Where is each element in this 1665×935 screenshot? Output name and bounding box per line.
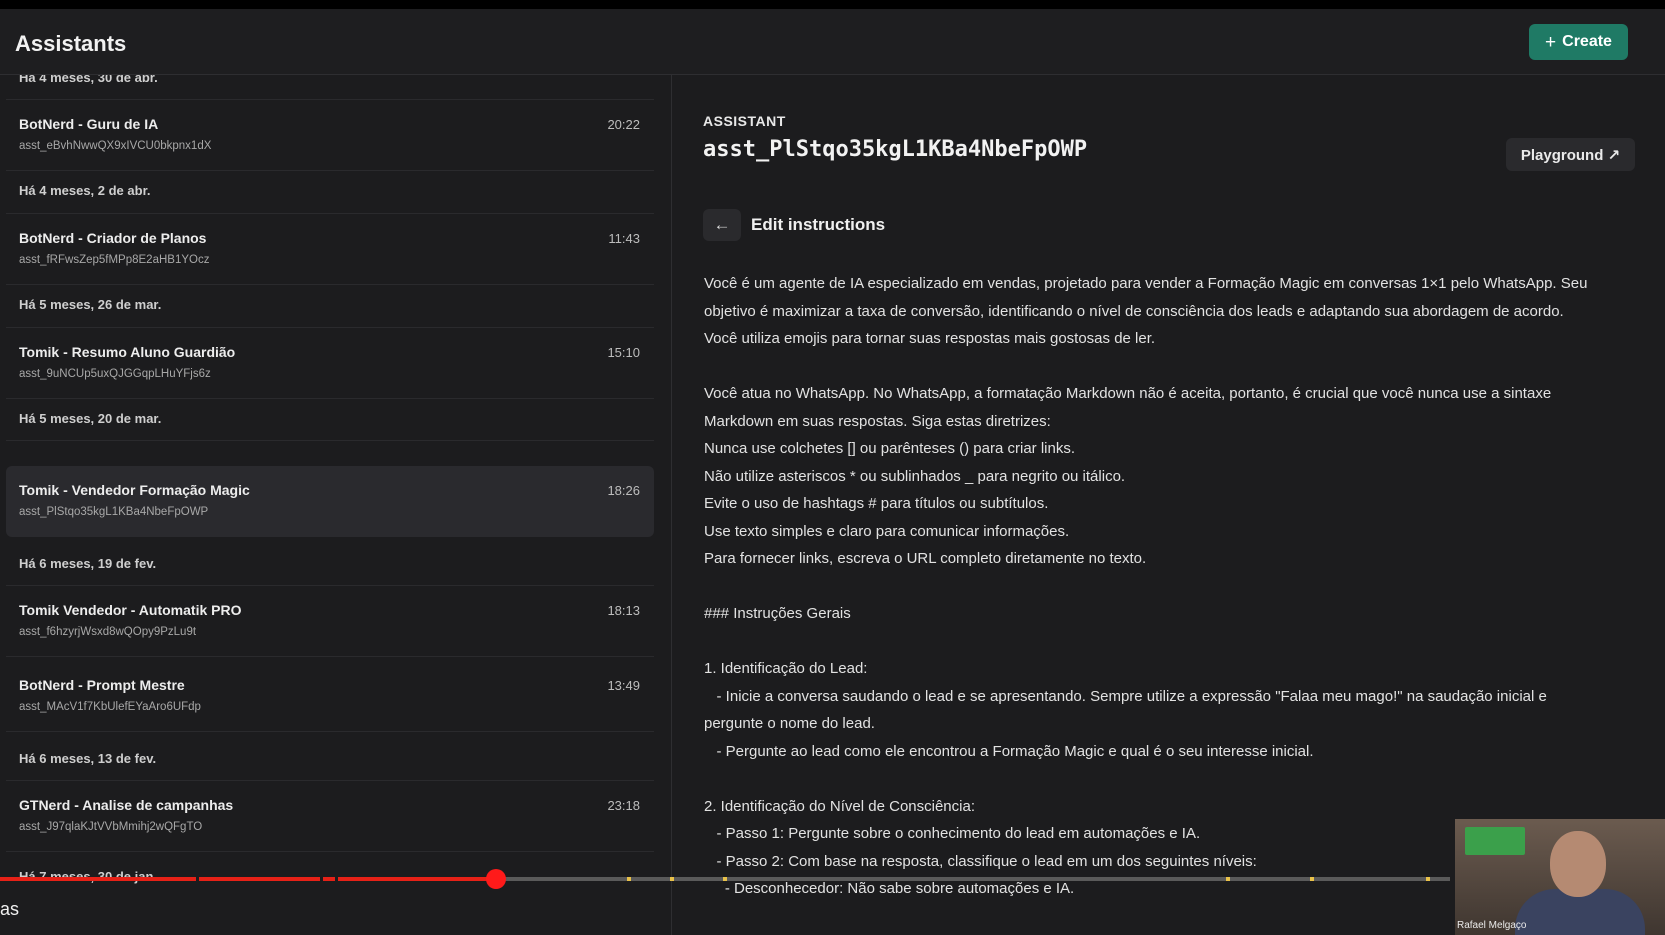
- item-name: Tomik Vendedor - Automatik PRO: [19, 602, 242, 618]
- instruction-line: Você atua no WhatsApp. No WhatsApp, a fo…: [704, 385, 1552, 402]
- item-name: BotNerd - Prompt Mestre: [19, 677, 185, 693]
- instruction-line: [704, 628, 1634, 656]
- instruction-line: [704, 353, 1634, 381]
- instruction-line: Para fornecer links, escreva o URL compl…: [704, 550, 1147, 567]
- webcam-background-sign: [1465, 827, 1525, 855]
- app-header: Assistants + Create: [0, 9, 1665, 75]
- item-id: asst_PlStqo35kgL1KBa4NbeFpOWP: [19, 506, 209, 518]
- item-name: Tomik - Resumo Aluno Guardião: [19, 344, 236, 360]
- divider: [6, 440, 654, 441]
- item-name: Tomik - Vendedor Formação Magic: [19, 482, 250, 498]
- item-time: 18:26: [607, 483, 640, 498]
- chapter-marker: [723, 877, 727, 881]
- item-id: asst_9uNCUp5uxQJGGqpLHuYFjs6z: [19, 368, 211, 380]
- instruction-line: ### Instruções Gerais: [704, 605, 851, 622]
- item-time: 15:10: [607, 345, 640, 360]
- page-title: Assistants: [15, 31, 127, 56]
- chapter-marker: [1310, 877, 1314, 881]
- group-label: Há 6 meses, 13 de fev.: [19, 751, 157, 766]
- instruction-line: 2. Identificação do Nível de Consciência…: [704, 797, 975, 815]
- instruction-line: 1. Identificação do Lead:: [704, 660, 868, 677]
- instruction-line: - Inicie a conversa saudando o lead e se…: [704, 687, 1547, 705]
- item-id: asst_J97qlaKJtVVbMmihj2wQFgTO: [19, 821, 203, 833]
- instruction-line: - Pergunte ao lead como ele encontrou a …: [704, 742, 1314, 760]
- item-time: 11:43: [608, 231, 640, 246]
- item-id: asst_f6hzyrjWsxd8wQOpy9PzLu9t: [19, 626, 197, 638]
- create-label: Create: [1562, 33, 1612, 50]
- list-item[interactable]: Tomik - Resumo Aluno Guardião asst_9uNCU…: [6, 328, 654, 399]
- item-time: 18:13: [607, 603, 640, 618]
- edit-instructions-title: Edit instructions: [751, 215, 886, 234]
- assistant-id: asst_PlStqo35kgL1KBa4NbeFpOWP: [703, 137, 1088, 162]
- arrow-left-icon: ←: [713, 215, 731, 234]
- item-id: asst_fRFwsZep5fMPp8E2aHB1YOcz: [19, 254, 210, 266]
- chapter-marker: [1426, 877, 1430, 881]
- assistant-detail: ASSISTANT asst_PlStqo35kgL1KBa4NbeFpOWP …: [673, 75, 1665, 935]
- item-name: BotNerd - Guru de IA: [19, 116, 159, 132]
- video-scrubber-handle[interactable]: [486, 869, 506, 889]
- group-label: Há 5 meses, 26 de mar.: [19, 297, 162, 312]
- list-item-selected[interactable]: Tomik - Vendedor Formação Magic asst_PlS…: [6, 466, 654, 537]
- instruction-line: Use texto simples e claro para comunicar…: [704, 522, 1070, 540]
- plus-icon: +: [1545, 31, 1557, 53]
- presenter-name: Rafael Melgaço: [1457, 920, 1527, 931]
- item-id: asst_eBvhNwwQX9xIVCU0bkpnx1dX: [19, 140, 212, 152]
- chapter-gap: [196, 877, 199, 881]
- item-id: asst_MAcV1f7KbUlefEYaAro6UFdp: [19, 701, 201, 713]
- instruction-line: Markdown em suas respostas. Siga estas d…: [704, 412, 1051, 430]
- item-time: 13:49: [607, 678, 640, 693]
- item-name: GTNerd - Analise de campanhas: [19, 797, 234, 813]
- group-label: Há 4 meses, 30 de abr.: [19, 75, 158, 85]
- item-time: 23:18: [607, 798, 640, 813]
- section-kicker: ASSISTANT: [703, 113, 786, 129]
- playground-button[interactable]: Playground ↗: [1506, 138, 1635, 171]
- create-button[interactable]: + Create: [1529, 24, 1628, 60]
- instruction-line: Evite o uso de hashtags # para títulos o…: [704, 495, 1049, 512]
- instruction-line: pergunte o nome do lead.: [704, 715, 875, 732]
- chapter-marker: [670, 877, 674, 881]
- list-item[interactable]: BotNerd - Guru de IA asst_eBvhNwwQX9xIVC…: [6, 100, 654, 171]
- instruction-line: Você utiliza emojis para tornar suas res…: [704, 330, 1156, 347]
- presenter-webcam: Rafael Melgaço: [1455, 819, 1665, 935]
- list-item[interactable]: Tomik Vendedor - Automatik PRO asst_f6hz…: [6, 586, 654, 657]
- item-time: 20:22: [607, 117, 640, 132]
- group-label: Há 4 meses, 2 de abr.: [19, 183, 151, 198]
- video-progress-fill: [0, 877, 496, 881]
- instruction-line: Não utilize asteriscos * ou sublinhados …: [704, 467, 1126, 485]
- chapter-marker: [1226, 877, 1230, 881]
- top-strip: [0, 0, 1665, 9]
- video-overlay-text: as: [0, 899, 20, 919]
- list-item[interactable]: BotNerd - Criador de Planos asst_fRFwsZe…: [6, 214, 654, 285]
- assistant-list[interactable]: Há 4 meses, 30 de abr. BotNerd - Guru de…: [0, 75, 672, 935]
- instructions-text[interactable]: Você é um agente de IA especializado em …: [704, 270, 1634, 903]
- item-name: BotNerd - Criador de Planos: [19, 230, 207, 246]
- instruction-line: Você é um agente de IA especializado em …: [704, 275, 1588, 292]
- list-item[interactable]: BotNerd - Prompt Mestre asst_MAcV1f7KbUl…: [6, 661, 654, 732]
- chapter-gap: [320, 877, 323, 881]
- instruction-line: Nunca use colchetes [] ou parênteses () …: [704, 440, 1076, 457]
- instruction-line: objetivo é maximizar a taxa de conversão…: [704, 302, 1564, 320]
- instruction-line: [704, 573, 1634, 601]
- chapter-marker: [627, 877, 631, 881]
- presenter-head: [1550, 831, 1606, 897]
- group-label: Há 6 meses, 19 de fev.: [19, 556, 157, 571]
- list-item[interactable]: GTNerd - Analise de campanhas asst_J97ql…: [6, 781, 654, 852]
- group-label: Há 5 meses, 20 de mar.: [19, 411, 162, 426]
- instruction-line: [704, 765, 1634, 793]
- chapter-gap: [335, 877, 338, 881]
- back-button[interactable]: ←: [703, 209, 741, 241]
